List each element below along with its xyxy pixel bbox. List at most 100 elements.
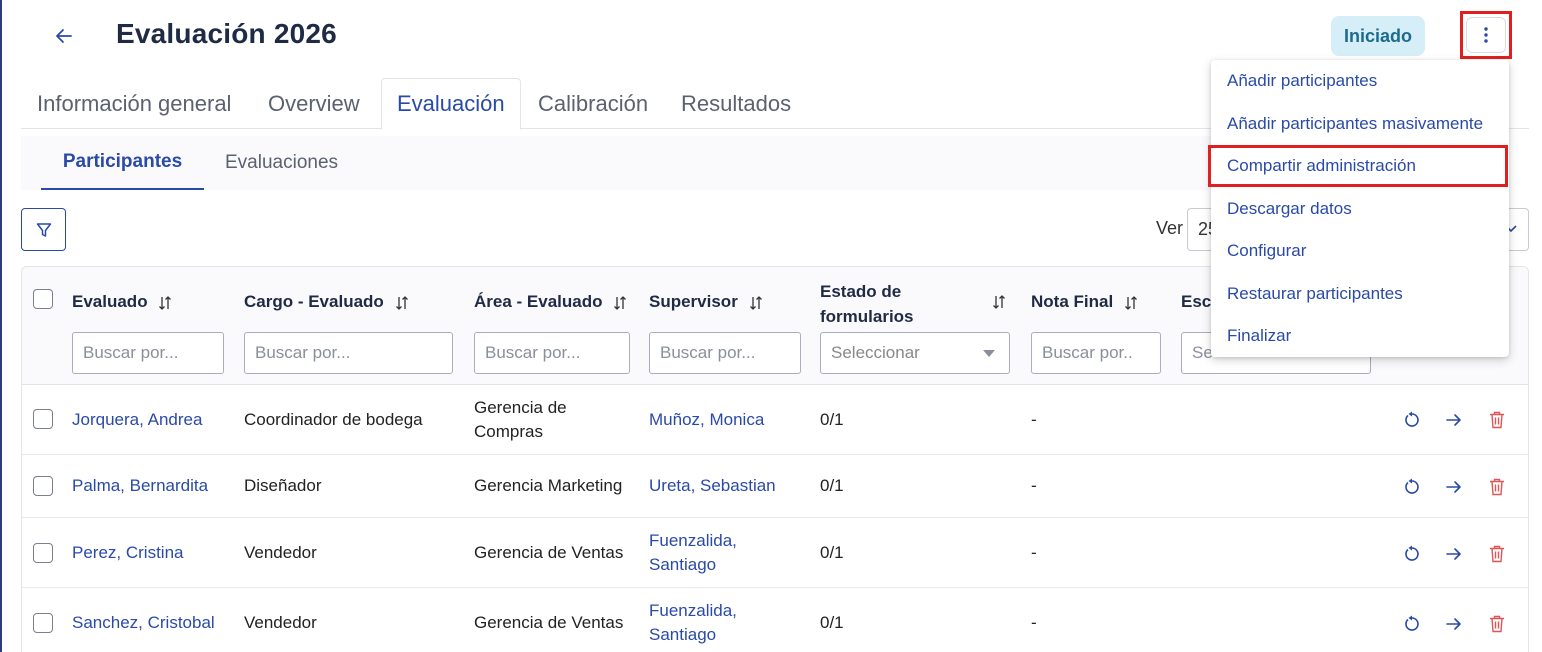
menu-item-configurar[interactable]: Configurar	[1211, 230, 1509, 272]
restart-icon	[1405, 615, 1419, 631]
area-cell: Gerencia de Ventas	[474, 613, 624, 632]
cargo-cell: Vendedor	[244, 543, 317, 562]
supervisor-link[interactable]: Ureta, Sebastian	[649, 474, 776, 498]
filter-area-input[interactable]	[474, 332, 630, 374]
estado-cell: 0/1	[820, 410, 844, 429]
trash-icon	[1490, 478, 1504, 496]
nota-cell: -	[1031, 543, 1037, 562]
tab-evaluacion[interactable]: Evaluación	[381, 78, 521, 130]
sub-tabs: Participantes Evaluaciones	[21, 136, 1211, 190]
filter-cargo-input[interactable]	[244, 332, 453, 374]
sort-icon[interactable]	[158, 295, 172, 311]
table-row: Palma, Bernardita Diseñador Gerencia Mar…	[22, 455, 1528, 518]
arrow-right-icon	[1446, 618, 1461, 630]
sort-icon[interactable]	[749, 295, 763, 311]
status-badge: Iniciado	[1331, 16, 1425, 56]
estado-cell: 0/1	[820, 476, 844, 495]
evaluado-link[interactable]: Sanchez, Cristobal	[72, 611, 215, 635]
open-button[interactable]	[1442, 408, 1466, 432]
column-header-supervisor[interactable]: Supervisor	[649, 292, 763, 312]
tab-resultados[interactable]: Resultados	[681, 78, 791, 129]
area-cell: Gerencia Marketing	[474, 476, 623, 495]
more-options-button[interactable]	[1460, 11, 1512, 59]
menu-item-descargar-datos[interactable]: Descargar datos	[1211, 188, 1509, 230]
column-header-area[interactable]: Área - Evaluado	[474, 292, 627, 312]
sort-icon[interactable]	[395, 295, 409, 311]
back-button[interactable]	[50, 22, 78, 50]
restart-button[interactable]	[1400, 612, 1424, 636]
tab-informacion-general[interactable]: Información general	[37, 78, 231, 129]
filter-evaluado-input[interactable]	[72, 332, 224, 374]
open-button[interactable]	[1442, 475, 1466, 499]
window-edge	[0, 0, 2, 652]
open-button[interactable]	[1442, 542, 1466, 566]
evaluado-link[interactable]: Palma, Bernardita	[72, 474, 208, 498]
cargo-cell: Diseñador	[244, 476, 322, 495]
arrow-right-icon	[1446, 548, 1461, 560]
cargo-cell: Vendedor	[244, 613, 317, 632]
row-checkbox[interactable]	[33, 543, 53, 563]
trash-icon	[1490, 615, 1504, 633]
area-cell: Gerencia de Compras	[474, 398, 567, 441]
trash-icon	[1490, 545, 1504, 563]
sort-icon[interactable]	[992, 294, 1006, 310]
evaluado-link[interactable]: Perez, Cristina	[72, 541, 183, 565]
column-header-nota-final[interactable]: Nota Final	[1031, 292, 1138, 312]
row-checkbox[interactable]	[33, 613, 53, 633]
menu-item-anadir-masivamente[interactable]: Añadir participantes masivamente	[1211, 103, 1509, 145]
table-row: Jorquera, Andrea Coordinador de bodega G…	[22, 385, 1528, 455]
menu-item-restaurar-participantes[interactable]: Restaurar participantes	[1211, 273, 1509, 315]
filter-supervisor-input[interactable]	[649, 332, 801, 374]
options-menu: Añadir participantes Añadir participante…	[1208, 60, 1509, 357]
column-header-evaluado[interactable]: Evaluado	[72, 292, 172, 312]
delete-button[interactable]	[1485, 612, 1509, 636]
supervisor-link[interactable]: Fuenzalida, Santiago	[649, 599, 737, 647]
select-all-checkbox[interactable]	[33, 289, 53, 309]
area-cell: Gerencia de Ventas	[474, 543, 624, 562]
more-options-inner	[1466, 17, 1506, 53]
delete-button[interactable]	[1485, 408, 1509, 432]
menu-item-finalizar[interactable]: Finalizar	[1211, 315, 1509, 357]
menu-item-anadir-participantes[interactable]: Añadir participantes	[1211, 60, 1509, 102]
more-vertical-icon	[1484, 27, 1488, 43]
column-header-estado[interactable]: Estado de formularios	[820, 279, 940, 329]
column-header-cargo[interactable]: Cargo - Evaluado	[244, 292, 409, 312]
arrow-right-icon	[1446, 414, 1461, 426]
filter-estado-select[interactable]: Seleccionar	[820, 332, 1010, 374]
sort-icon[interactable]	[613, 295, 627, 311]
restart-button[interactable]	[1400, 475, 1424, 499]
arrow-left-icon	[56, 29, 72, 43]
restart-icon	[1405, 545, 1419, 561]
supervisor-link[interactable]: Fuenzalida, Santiago	[649, 529, 737, 577]
filter-button[interactable]	[21, 208, 66, 251]
page-size-label: Ver	[1156, 218, 1184, 238]
tab-calibracion[interactable]: Calibración	[538, 78, 648, 129]
delete-button[interactable]	[1485, 475, 1509, 499]
filter-nota-input[interactable]	[1031, 332, 1161, 374]
row-checkbox[interactable]	[33, 476, 53, 496]
filter-estado-value: Seleccionar	[831, 343, 920, 362]
restart-button[interactable]	[1400, 408, 1424, 432]
restart-button[interactable]	[1400, 542, 1424, 566]
evaluado-link[interactable]: Jorquera, Andrea	[72, 408, 202, 432]
delete-button[interactable]	[1485, 542, 1509, 566]
cargo-cell: Coordinador de bodega	[244, 410, 423, 429]
menu-item-compartir-administracion[interactable]: Compartir administración	[1208, 145, 1508, 187]
estado-cell: 0/1	[820, 543, 844, 562]
table-row: Sanchez, Cristobal Vendedor Gerencia de …	[22, 588, 1528, 652]
nota-cell: -	[1031, 476, 1037, 495]
tab-overview[interactable]: Overview	[268, 78, 360, 129]
restart-icon	[1405, 478, 1419, 494]
row-checkbox[interactable]	[33, 409, 53, 429]
table-row: Perez, Cristina Vendedor Gerencia de Ven…	[22, 518, 1528, 588]
nota-cell: -	[1031, 410, 1037, 429]
restart-icon	[1405, 411, 1419, 427]
subtab-participantes[interactable]: Participantes	[41, 136, 204, 190]
page-title: Evaluación 2026	[116, 18, 337, 49]
filter-icon	[36, 222, 51, 237]
supervisor-link[interactable]: Muñoz, Monica	[649, 408, 764, 432]
trash-icon	[1490, 411, 1504, 429]
open-button[interactable]	[1442, 612, 1466, 636]
sort-icon[interactable]	[1124, 295, 1138, 311]
subtab-evaluaciones[interactable]: Evaluaciones	[225, 136, 338, 190]
